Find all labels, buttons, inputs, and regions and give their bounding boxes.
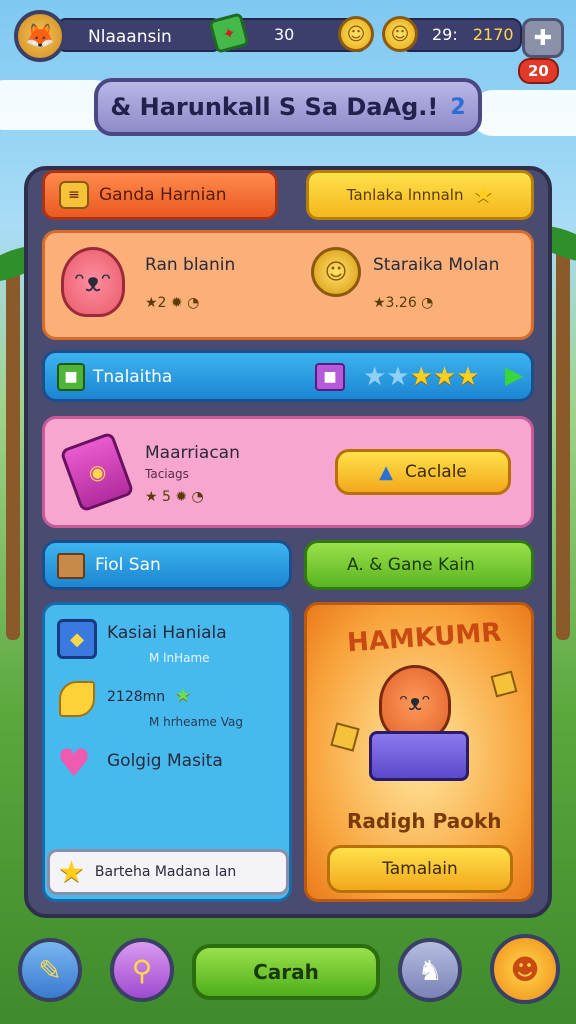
smiley-coin-icon[interactable]: ☺ — [338, 16, 374, 52]
info-item-1-sub: M lnHame — [149, 651, 210, 665]
section-tab-game-kain[interactable]: A. & Gane Kain — [304, 540, 534, 590]
promo-headline: HAMKUMR — [346, 617, 503, 659]
banana-icon — [59, 681, 95, 717]
settings-button[interactable]: ✚ — [522, 18, 564, 58]
offer-subtitle: Taciags — [145, 467, 189, 481]
title-badge: 2 — [450, 94, 466, 120]
promo-caption: Radigh Paokh — [347, 809, 502, 833]
page-title-banner: & Harunkall S Sa DaAg.! 2 — [94, 78, 482, 136]
gift-box-icon: ◉ — [59, 431, 135, 513]
tab-tanlaka[interactable]: Tanlaka lnnnaln ★ — [306, 170, 534, 220]
progress-label: Tnalaitha — [93, 367, 173, 387]
triangle-icon: ▲ — [379, 461, 393, 483]
heart-icon: ♥ — [57, 741, 92, 785]
offer-button[interactable]: ▲ Caclale — [335, 449, 511, 495]
nav-search-button[interactable]: ⚲ — [110, 938, 174, 1002]
primary-action-button[interactable]: Carah — [192, 944, 380, 1000]
gold-cube-icon — [330, 722, 360, 752]
palm-tree — [556, 240, 570, 640]
gold-coin-icon[interactable]: ☺ — [382, 16, 418, 52]
nav-emote-button[interactable]: ☻ — [490, 934, 560, 1004]
info-item-1-title: Kasiai Haniala — [107, 623, 227, 643]
gold-medal-icon: ☺ — [311, 247, 361, 297]
nav-pet-button[interactable]: ♞ — [398, 938, 462, 1002]
purple-box-icon: ■ — [315, 363, 345, 391]
pencil-icon: ✎ — [38, 953, 62, 987]
gamepad-icon: ✚ — [533, 25, 553, 51]
gold-cube-icon — [490, 670, 518, 698]
coin-stack-icon: ≡ — [59, 181, 89, 209]
reward-1-value: ★2 ✹ ◔ — [145, 295, 200, 311]
progress-row[interactable]: ■ Tnalaitha ■ ★★★★★ ▶ — [42, 350, 534, 402]
offer-button-label: Caclale — [404, 462, 467, 482]
reward-1-name: Ran blanin — [145, 255, 236, 275]
character-on-chest-icon: ᵔᴥᵔ — [379, 665, 451, 741]
palm-tree — [6, 260, 20, 640]
reward-2-name: Staraika Molan — [373, 255, 500, 275]
star-icon: ★ — [58, 854, 85, 890]
player-avatar[interactable]: 🦊 — [14, 10, 66, 62]
offer-title: Maarriacan — [145, 443, 240, 463]
info-item-2-value: 2128mn — [107, 689, 166, 705]
smiley-icon: ☻ — [510, 952, 540, 986]
offer-card: ◉ Maarriacan Taciags ★ 5 ✹ ◔ ▲ Caclale — [42, 416, 534, 528]
bear-character-icon: ᵔᴥᵔ — [61, 247, 125, 317]
treasure-chest-icon — [369, 731, 469, 781]
primary-action-label: Carah — [253, 960, 319, 984]
tab-left-label: Ganda Harnian — [99, 185, 227, 205]
promo-panel: HAMKUMR ᵔᴥᵔ Radigh Paokh Tamalain — [304, 602, 534, 902]
blue-cube-icon: ◆ — [57, 619, 97, 659]
offer-stats: ★ 5 ✹ ◔ — [145, 489, 204, 505]
star-icon: ★ — [175, 685, 192, 706]
promo-button-label: Tamalain — [382, 859, 458, 879]
page-title: & Harunkall S Sa DaAg.! — [110, 93, 439, 121]
green-box-icon: ■ — [57, 363, 85, 391]
tab-ganda-harnian[interactable]: ≡ Ganda Harnian — [42, 170, 278, 220]
nav-pencil-button[interactable]: ✎ — [18, 938, 82, 1002]
cloud — [470, 90, 576, 136]
pet-icon: ♞ — [417, 953, 443, 987]
footer-bar[interactable]: ★ Barteha Madana lan — [47, 849, 289, 895]
magnifier-icon: ⚲ — [131, 953, 153, 987]
info-item-2-sub: M hrheame Vag — [149, 715, 243, 729]
rewards-card: ᵔᴥᵔ Ran blanin ★2 ✹ ◔ ☺ Staraika Molan ★… — [42, 230, 534, 340]
top-bar: Nlaaansin 🦊 30 ✦ ☺ 29: 2170 ☺ ✚ — [8, 6, 568, 62]
reward-2-value: ★3.26 ◔ — [373, 295, 434, 311]
notification-badge[interactable]: 20 — [518, 58, 559, 84]
progress-stars: ★★★★★ — [363, 362, 480, 392]
star-icon: ★ — [473, 182, 494, 208]
promo-button[interactable]: Tamalain — [327, 845, 513, 893]
currency-pill-2: 29: 2170 — [400, 18, 522, 52]
currency-2-value: 29: — [432, 25, 458, 44]
info-list-panel: ◆ Kasiai Haniala M lnHame 2128mn ★ M hrh… — [42, 602, 292, 902]
currency-3-value: 2170 — [472, 25, 514, 44]
info-item-3-title: Golgig Masita — [107, 751, 223, 771]
footer-label: Barteha Madana lan — [94, 864, 237, 880]
fox-icon: 🦊 — [25, 22, 55, 50]
tab-right-label: Tanlaka lnnnaln — [346, 186, 464, 204]
section-tab-left-label: Fiol San — [95, 555, 161, 575]
chevron-right-icon[interactable]: ▶ — [505, 361, 523, 389]
player-name: Nlaaansin — [56, 18, 222, 52]
section-tab-fiol-san[interactable]: Fiol San — [42, 540, 292, 590]
section-tab-right-label: A. & Gane Kain — [347, 555, 475, 575]
crate-icon — [57, 553, 85, 579]
currency-1-value: 30 — [274, 25, 295, 44]
